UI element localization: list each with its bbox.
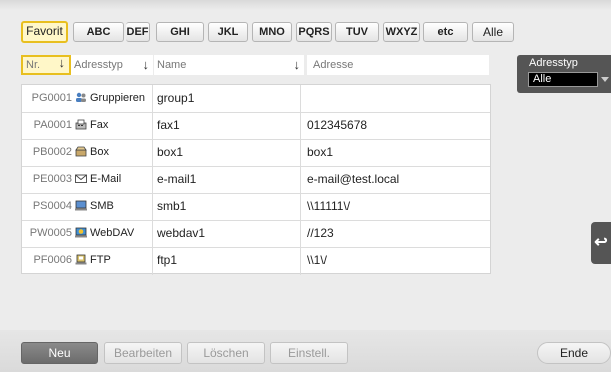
sort-number-header[interactable]: Nr. ↓: [21, 55, 71, 75]
top-bar: [0, 0, 611, 10]
row-name: fax1: [157, 118, 180, 132]
row-address: 012345678: [307, 118, 368, 132]
box-icon: [75, 146, 87, 157]
sort-down-arrow-icon: ↓: [58, 55, 66, 70]
table-row[interactable]: PW0005 WebDAV webdav1 //123: [22, 220, 490, 248]
tab-alle[interactable]: Alle: [472, 22, 514, 42]
row-number: PS0004: [32, 200, 72, 212]
row-number: PG0001: [31, 92, 72, 104]
row-name: e-mail1: [157, 172, 197, 186]
row-type-label: WebDAV: [90, 227, 135, 239]
row-type: E-Mail: [75, 166, 149, 193]
tab-etc[interactable]: etc: [423, 22, 468, 42]
table-row[interactable]: PB0002 Box box1 box1: [22, 139, 490, 167]
delete-button[interactable]: Löschen: [187, 342, 265, 364]
table-row[interactable]: PS0004 SMB smb1 \\11111\/: [22, 193, 490, 221]
row-address: \\11111\/: [307, 199, 351, 213]
tab-mno[interactable]: MNO: [252, 22, 292, 42]
tab-jkl[interactable]: JKL: [208, 22, 248, 42]
address-table: PG0001 Gruppieren group1 PA0001 Fax fax1…: [21, 84, 491, 275]
row-type-label: SMB: [90, 200, 114, 212]
row-type: WebDAV: [75, 220, 149, 247]
smb-icon: [75, 200, 87, 211]
row-type-label: E-Mail: [90, 173, 122, 185]
row-number: PA0001: [33, 119, 72, 131]
row-name: smb1: [157, 199, 187, 213]
row-type: Gruppieren: [75, 85, 149, 112]
row-type: Box: [75, 139, 149, 166]
edit-button[interactable]: Bearbeiten: [104, 342, 182, 364]
row-name: group1: [157, 91, 195, 105]
row-name: webdav1: [157, 226, 206, 240]
end-button[interactable]: Ende: [537, 342, 611, 364]
header-name-label: Name: [157, 59, 187, 71]
row-address: \\1\/: [307, 253, 328, 267]
row-number: PE0003: [32, 173, 72, 185]
tab-def[interactable]: DEF: [126, 22, 150, 42]
header-address-label: Adresse: [313, 59, 354, 71]
tab-abc[interactable]: ABC: [73, 22, 124, 42]
header-type-label: Adresstyp: [74, 59, 123, 71]
table-row[interactable]: PG0001 Gruppieren group1: [22, 85, 490, 113]
row-type: SMB: [75, 193, 149, 220]
address-type-select[interactable]: Alle: [528, 72, 609, 87]
fax-icon: [75, 119, 87, 130]
email-icon: [75, 174, 87, 183]
webdav-icon: [75, 227, 87, 238]
tab-ghi[interactable]: GHI: [156, 22, 204, 42]
tab-tuv[interactable]: TUV: [335, 22, 379, 42]
back-button[interactable]: ↩: [591, 222, 611, 264]
row-number: PB0002: [32, 146, 72, 158]
row-type-label: Gruppieren: [90, 92, 146, 104]
row-address: [307, 85, 487, 112]
new-button[interactable]: Neu: [21, 342, 98, 364]
row-number: PF0006: [33, 254, 72, 266]
sort-address-header[interactable]: Adresse: [307, 55, 489, 75]
sort-down-arrow-icon: ↓: [142, 57, 150, 72]
sort-down-arrow-icon: ↓: [293, 57, 301, 72]
header-nr-label: Nr.: [26, 59, 41, 71]
row-type: Fax: [75, 112, 149, 139]
row-number: PW0005: [29, 227, 72, 239]
row-type: FTP: [75, 247, 149, 274]
sort-type-header[interactable]: Adresstyp ↓: [71, 55, 153, 75]
row-address: e-mail@test.local: [307, 172, 400, 186]
address-type-filter-panel: Adresstyp Alle: [517, 55, 611, 93]
chevron-down-icon: [601, 77, 609, 82]
address-type-filter-label: Adresstyp: [529, 57, 578, 69]
row-name: box1: [157, 145, 184, 159]
row-type-label: Fax: [90, 119, 109, 131]
settings-button[interactable]: Einstell.: [270, 342, 348, 364]
row-type-label: FTP: [90, 254, 111, 266]
address-type-select-value: Alle: [533, 73, 552, 85]
row-type-label: Box: [90, 146, 109, 158]
table-row[interactable]: PA0001 Fax fax1 012345678: [22, 112, 490, 140]
table-row[interactable]: PE0003 E-Mail e-mail1 e-mail@test.local: [22, 166, 490, 194]
row-address: box1: [307, 145, 334, 159]
table-row[interactable]: PF0006 FTP ftp1 \\1\/: [22, 247, 490, 274]
tab-wxyz[interactable]: WXYZ: [383, 22, 420, 42]
group-icon: [76, 92, 86, 102]
tab-favorit[interactable]: Favorit: [21, 21, 68, 43]
row-name: ftp1: [157, 253, 178, 267]
sort-name-header[interactable]: Name ↓: [154, 55, 304, 75]
tab-pqrs[interactable]: PQRS: [296, 22, 332, 42]
row-address: //123: [307, 226, 334, 240]
ftp-icon: [75, 254, 87, 265]
